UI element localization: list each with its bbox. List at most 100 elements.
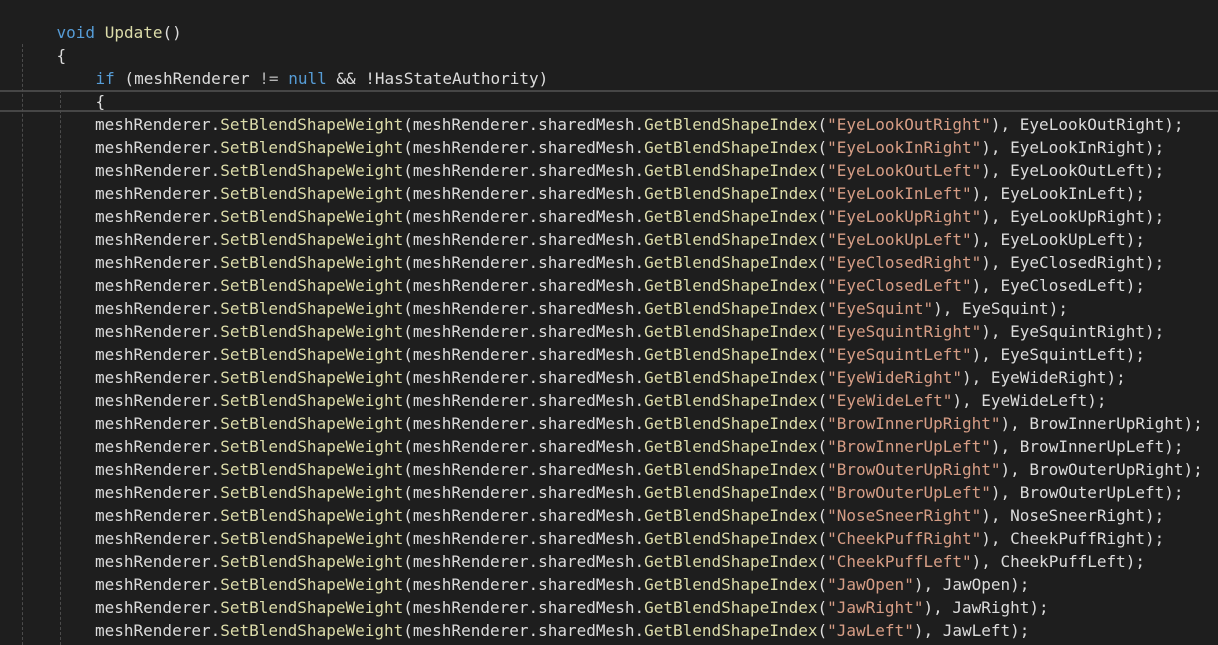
method-get-blend-shape-index: GetBlendShapeIndex — [644, 621, 818, 640]
string-literal: "EyeLookInRight" — [827, 138, 982, 157]
method-set-blend-shape-weight: SetBlendShapeWeight — [220, 483, 404, 502]
code-line-blend-CheekPuffLeft[interactable]: meshRenderer.SetBlendShapeWeight(meshRen… — [95, 550, 1145, 573]
method-set-blend-shape-weight: SetBlendShapeWeight — [220, 322, 404, 341]
method-get-blend-shape-index: GetBlendShapeIndex — [644, 345, 818, 364]
keyword-null: null — [288, 69, 327, 88]
string-literal: "CheekPuffLeft" — [827, 552, 972, 571]
string-literal: "EyeWideRight" — [827, 368, 962, 387]
method-set-blend-shape-weight: SetBlendShapeWeight — [220, 621, 404, 640]
code-editor[interactable]: void Update() { if (meshRenderer != null… — [0, 0, 1218, 645]
method-get-blend-shape-index: GetBlendShapeIndex — [644, 230, 818, 249]
method-set-blend-shape-weight: SetBlendShapeWeight — [220, 161, 404, 180]
string-literal: "EyeLookInLeft" — [827, 184, 972, 203]
method-get-blend-shape-index: GetBlendShapeIndex — [644, 506, 818, 525]
code-line-blend-BrowOuterUpRight[interactable]: meshRenderer.SetBlendShapeWeight(meshRen… — [95, 458, 1203, 481]
code-line-1[interactable]: void Update() — [18, 0, 182, 42]
method-set-blend-shape-weight: SetBlendShapeWeight — [220, 345, 404, 364]
string-literal: "BrowOuterUpRight" — [827, 460, 1001, 479]
method-get-blend-shape-index: GetBlendShapeIndex — [644, 115, 818, 134]
method-get-blend-shape-index: GetBlendShapeIndex — [644, 414, 818, 433]
method-get-blend-shape-index: GetBlendShapeIndex — [644, 368, 818, 387]
indent-guide-1 — [22, 44, 23, 645]
method-get-blend-shape-index: GetBlendShapeIndex — [644, 184, 818, 203]
method-set-blend-shape-weight: SetBlendShapeWeight — [220, 368, 404, 387]
string-literal: "BrowInnerUpRight" — [827, 414, 1001, 433]
code-line-blend-EyeClosedLeft[interactable]: meshRenderer.SetBlendShapeWeight(meshRen… — [95, 274, 1145, 297]
indent-guide-2 — [60, 90, 61, 645]
string-literal: "EyeLookOutRight" — [827, 115, 991, 134]
variable-mesh-renderer: meshRenderer — [134, 69, 250, 88]
method-get-blend-shape-index: GetBlendShapeIndex — [644, 253, 818, 272]
method-set-blend-shape-weight: SetBlendShapeWeight — [220, 276, 404, 295]
method-set-blend-shape-weight: SetBlendShapeWeight — [220, 115, 404, 134]
code-line-blend-JawRight[interactable]: meshRenderer.SetBlendShapeWeight(meshRen… — [95, 596, 1049, 619]
method-get-blend-shape-index: GetBlendShapeIndex — [644, 391, 818, 410]
method-set-blend-shape-weight: SetBlendShapeWeight — [220, 391, 404, 410]
method-get-blend-shape-index: GetBlendShapeIndex — [644, 299, 818, 318]
method-set-blend-shape-weight: SetBlendShapeWeight — [220, 437, 404, 456]
method-set-blend-shape-weight: SetBlendShapeWeight — [220, 299, 404, 318]
method-set-blend-shape-weight: SetBlendShapeWeight — [220, 529, 404, 548]
code-line-2[interactable]: { — [18, 21, 67, 65]
string-literal: "EyeClosedLeft" — [827, 276, 972, 295]
string-literal: "BrowInnerUpLeft" — [827, 437, 991, 456]
string-literal: "EyeWideLeft" — [827, 391, 953, 410]
string-literal: "EyeSquintLeft" — [827, 345, 972, 364]
method-get-blend-shape-index: GetBlendShapeIndex — [644, 207, 818, 226]
method-set-blend-shape-weight: SetBlendShapeWeight — [220, 138, 404, 157]
method-get-blend-shape-index: GetBlendShapeIndex — [644, 575, 818, 594]
string-literal: "JawRight" — [827, 598, 924, 617]
code-line-blend-EyeLookOutLeft[interactable]: meshRenderer.SetBlendShapeWeight(meshRen… — [95, 159, 1164, 182]
code-line-blend-JawOpen[interactable]: meshRenderer.SetBlendShapeWeight(meshRen… — [95, 573, 1029, 596]
code-line-blend-EyeSquintRight[interactable]: meshRenderer.SetBlendShapeWeight(meshRen… — [95, 320, 1164, 343]
code-line-blend-EyeSquintLeft[interactable]: meshRenderer.SetBlendShapeWeight(meshRen… — [95, 343, 1145, 366]
code-line-blend-EyeLookInRight[interactable]: meshRenderer.SetBlendShapeWeight(meshRen… — [95, 136, 1164, 159]
string-literal: "CheekPuffRight" — [827, 529, 982, 548]
code-line-4[interactable]: { — [57, 67, 106, 111]
open-brace: { — [95, 92, 106, 111]
code-line-blend-EyeLookUpRight[interactable]: meshRenderer.SetBlendShapeWeight(meshRen… — [95, 205, 1164, 228]
code-line-blend-EyeClosedRight[interactable]: meshRenderer.SetBlendShapeWeight(meshRen… — [95, 251, 1164, 274]
code-line-blend-NoseSneerRight[interactable]: meshRenderer.SetBlendShapeWeight(meshRen… — [95, 504, 1164, 527]
string-literal: "EyeLookUpLeft" — [827, 230, 972, 249]
code-line-blend-EyeLookInLeft[interactable]: meshRenderer.SetBlendShapeWeight(meshRen… — [95, 182, 1145, 205]
method-get-blend-shape-index: GetBlendShapeIndex — [644, 138, 818, 157]
method-get-blend-shape-index: GetBlendShapeIndex — [644, 276, 818, 295]
method-set-blend-shape-weight: SetBlendShapeWeight — [220, 253, 404, 272]
string-literal: "JawLeft" — [827, 621, 914, 640]
method-set-blend-shape-weight: SetBlendShapeWeight — [220, 575, 404, 594]
string-literal: "EyeSquintRight" — [827, 322, 982, 341]
code-line-blend-EyeWideLeft[interactable]: meshRenderer.SetBlendShapeWeight(meshRen… — [95, 389, 1106, 412]
parens: () — [162, 23, 182, 42]
code-line-blend-BrowOuterUpLeft[interactable]: meshRenderer.SetBlendShapeWeight(meshRen… — [95, 481, 1184, 504]
method-set-blend-shape-weight: SetBlendShapeWeight — [220, 460, 404, 479]
method-get-blend-shape-index: GetBlendShapeIndex — [644, 598, 818, 617]
method-get-blend-shape-index: GetBlendShapeIndex — [644, 322, 818, 341]
method-set-blend-shape-weight: SetBlendShapeWeight — [220, 230, 404, 249]
string-literal: "JawOpen" — [827, 575, 914, 594]
method-get-blend-shape-index: GetBlendShapeIndex — [644, 552, 818, 571]
string-literal: "NoseSneerRight" — [827, 506, 982, 525]
code-line-blend-BrowInnerUpRight[interactable]: meshRenderer.SetBlendShapeWeight(meshRen… — [95, 412, 1203, 435]
code-line-3[interactable]: if (meshRenderer != null && !HasStateAut… — [57, 44, 549, 88]
method-set-blend-shape-weight: SetBlendShapeWeight — [220, 552, 404, 571]
code-line-blend-EyeWideRight[interactable]: meshRenderer.SetBlendShapeWeight(meshRen… — [95, 366, 1126, 389]
method-get-blend-shape-index: GetBlendShapeIndex — [644, 483, 818, 502]
string-literal: "EyeClosedRight" — [827, 253, 982, 272]
method-get-blend-shape-index: GetBlendShapeIndex — [644, 529, 818, 548]
string-literal: "EyeSquint" — [827, 299, 934, 318]
method-set-blend-shape-weight: SetBlendShapeWeight — [220, 598, 404, 617]
method-get-blend-shape-index: GetBlendShapeIndex — [644, 437, 818, 456]
code-line-blend-JawLeft[interactable]: meshRenderer.SetBlendShapeWeight(meshRen… — [95, 619, 1029, 642]
string-literal: "EyeLookUpRight" — [827, 207, 982, 226]
method-get-blend-shape-index: GetBlendShapeIndex — [644, 460, 818, 479]
code-line-blend-CheekPuffRight[interactable]: meshRenderer.SetBlendShapeWeight(meshRen… — [95, 527, 1164, 550]
code-line-blend-BrowInnerUpLeft[interactable]: meshRenderer.SetBlendShapeWeight(meshRen… — [95, 435, 1184, 458]
code-line-blend-EyeSquint[interactable]: meshRenderer.SetBlendShapeWeight(meshRen… — [95, 297, 1068, 320]
method-name-update: Update — [104, 23, 163, 42]
code-line-blend-EyeLookOutRight[interactable]: meshRenderer.SetBlendShapeWeight(meshRen… — [95, 113, 1184, 136]
string-literal: "BrowOuterUpLeft" — [827, 483, 991, 502]
current-line-highlight — [0, 90, 1218, 112]
method-set-blend-shape-weight: SetBlendShapeWeight — [220, 414, 404, 433]
code-line-blend-EyeLookUpLeft[interactable]: meshRenderer.SetBlendShapeWeight(meshRen… — [95, 228, 1145, 251]
